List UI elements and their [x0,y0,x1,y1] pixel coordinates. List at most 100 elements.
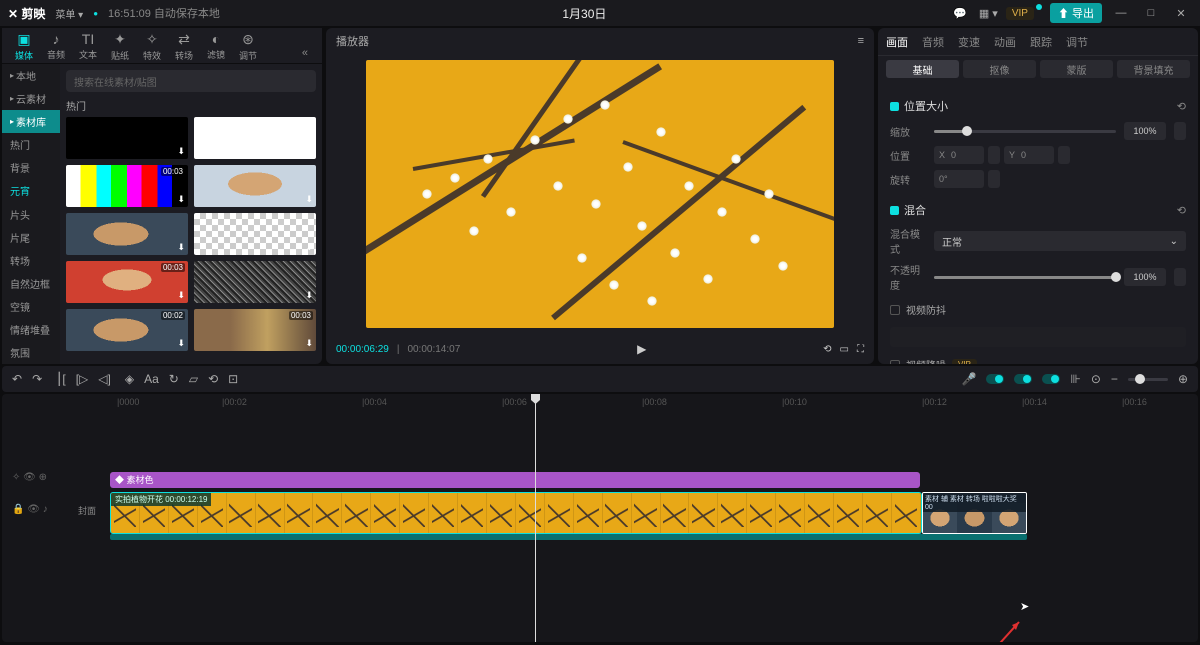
sidebar-item-emotion[interactable]: 情绪堆叠 [2,318,60,341]
cover-label[interactable]: 封面 [78,504,96,517]
download-icon[interactable]: ⬇ [177,194,185,205]
opacity-stepper[interactable] [1174,268,1186,286]
media-thumbnail[interactable]: ⬇ [66,213,188,255]
track-controls-1[interactable]: ✧ 👁 ⊕ [12,472,47,483]
download-icon[interactable]: ⬇ [305,146,313,157]
mark-icon[interactable]: ◈ [125,372,134,386]
denoise-checkbox[interactable] [890,360,900,365]
zoom-out-icon[interactable]: − [1111,372,1118,386]
sidebar-item-trans[interactable]: 转场 [2,249,60,272]
vip-badge[interactable]: VIP [1006,7,1034,20]
timeline[interactable]: |0000|00:02|00:04|00:06|00:08|00:10|00:1… [2,394,1198,642]
adjustment-track[interactable]: ◆ 素材色 [110,472,920,488]
reset-position-icon[interactable]: ⟲ [1177,100,1186,113]
undo-icon[interactable]: ↶ [12,372,22,386]
media-thumbnail[interactable]: ⬇ [194,213,316,255]
refresh-icon[interactable]: ↻ [169,372,179,386]
sidebar-item-frame[interactable]: 自然边框 [2,272,60,295]
tab-sticker[interactable]: ✦贴纸 [104,29,136,63]
subtab-mask[interactable]: 蒙版 [1040,60,1113,78]
download-icon[interactable]: ⬇ [177,146,185,157]
redo-icon[interactable]: ↷ [32,372,42,386]
zoom-in-icon[interactable]: ⊕ [1178,372,1188,386]
pos-y-stepper[interactable] [1058,146,1070,164]
auto-toggle-2[interactable] [1014,374,1032,384]
track-controls-2[interactable]: 🔒 👁 ♪ [12,504,48,515]
align-icon[interactable]: ⊪ [1070,372,1080,386]
tab-transition[interactable]: ⇄转场 [168,29,200,63]
rotation-stepper[interactable] [988,170,1000,188]
tab-audio[interactable]: ♪音频 [40,29,72,63]
sidebar-item-library[interactable]: 素材库 [2,110,60,133]
rotation-input[interactable]: 0° [934,170,984,188]
auto-toggle-1[interactable] [986,374,1004,384]
minimize-button[interactable]: — [1110,3,1132,23]
search-input[interactable]: 搜索在线素材/贴图 [66,70,316,92]
scale-value[interactable]: 100% [1124,122,1166,140]
mic-icon[interactable]: 🎤 [961,372,976,386]
opacity-value[interactable]: 100% [1124,268,1166,286]
tab-filter[interactable]: ◐滤镜 [200,29,232,63]
prop-tab-speed[interactable]: 变速 [958,34,980,50]
media-thumbnail[interactable]: 00:02⬇ [66,309,188,351]
pos-y-input[interactable]: Y0 [1004,146,1054,164]
scale-slider[interactable] [934,130,1116,133]
tab-effects[interactable]: ✧特效 [136,29,168,63]
download-icon[interactable]: ⬇ [305,242,313,253]
zoom-slider[interactable] [1128,378,1168,381]
layout-icon[interactable]: ▦ ▾ [979,3,998,23]
sidebar-item-lantern[interactable]: 元宵 [2,179,60,202]
split-icon[interactable]: ⎮[ [56,372,66,386]
tab-adjust[interactable]: ⊛调节 [232,29,264,63]
download-icon[interactable]: ⬇ [305,194,313,205]
collapse-button[interactable]: « [294,43,316,63]
player-menu-icon[interactable]: ≡ [858,35,864,47]
sidebar-item-cloud[interactable]: 云素材 [2,87,60,110]
prop-tab-picture[interactable]: 画面 [886,34,908,50]
time-ruler[interactable]: |0000|00:02|00:04|00:06|00:08|00:10|00:1… [2,394,1198,412]
play-button[interactable]: ▶ [637,342,646,356]
close-button[interactable]: ✕ [1170,3,1192,23]
sidebar-item-outro[interactable]: 片尾 [2,226,60,249]
delete-left-icon[interactable]: [▷ [76,372,89,386]
video-clip-2[interactable]: 素材 辅 素材 转场 啦啦啦大奖 00 [922,492,1027,534]
sidebar-item-bg[interactable]: 背景 [2,156,60,179]
pos-x-stepper[interactable] [988,146,1000,164]
reverse-icon[interactable]: ⟲ [208,372,218,386]
opacity-slider[interactable] [934,276,1116,279]
stabilize-checkbox[interactable] [890,305,900,315]
ratio-icon[interactable]: ▭ [840,344,849,355]
maximize-button[interactable]: □ [1140,3,1162,23]
scale-stepper[interactable] [1174,122,1186,140]
feedback-icon[interactable]: 💬 [949,3,971,23]
text-tool-icon[interactable]: Aa [144,372,159,386]
auto-toggle-3[interactable] [1042,374,1060,384]
media-thumbnail[interactable]: ⬇ [194,165,316,207]
download-icon[interactable]: ⬇ [305,290,313,301]
preview-viewport[interactable] [326,54,874,334]
mirror-icon[interactable]: ⊡ [228,372,238,386]
sidebar-item-local[interactable]: 本地 [2,64,60,87]
media-thumbnail[interactable]: ⬇ [66,117,188,159]
download-icon[interactable]: ⬇ [305,338,313,349]
subtab-cutout[interactable]: 抠像 [963,60,1036,78]
playhead[interactable] [535,394,536,642]
audio-underbar[interactable] [110,534,1027,540]
prop-tab-anim[interactable]: 动画 [994,34,1016,50]
sidebar-item-empty[interactable]: 空镜 [2,295,60,318]
delete-right-icon[interactable]: ◁] [98,372,111,386]
reset-blend-icon[interactable]: ⟲ [1177,204,1186,217]
fullscreen-icon[interactable]: ⛶ [857,344,864,355]
tab-media[interactable]: ▣媒体 [8,29,40,63]
media-thumbnail[interactable]: ⬇ [194,117,316,159]
sidebar-item-hot[interactable]: 热门 [2,133,60,156]
prop-tab-track[interactable]: 跟踪 [1030,34,1052,50]
download-icon[interactable]: ⬇ [177,242,185,253]
download-icon[interactable]: ⬇ [177,338,185,349]
download-icon[interactable]: ⬇ [177,290,185,301]
subtab-bgfill[interactable]: 背景填充 [1117,60,1190,78]
sidebar-item-mood[interactable]: 氛围 [2,341,60,364]
pos-x-input[interactable]: X0 [934,146,984,164]
media-thumbnail[interactable]: ⬇ [194,261,316,303]
blendmode-select[interactable]: 正常⌄ [934,231,1186,251]
